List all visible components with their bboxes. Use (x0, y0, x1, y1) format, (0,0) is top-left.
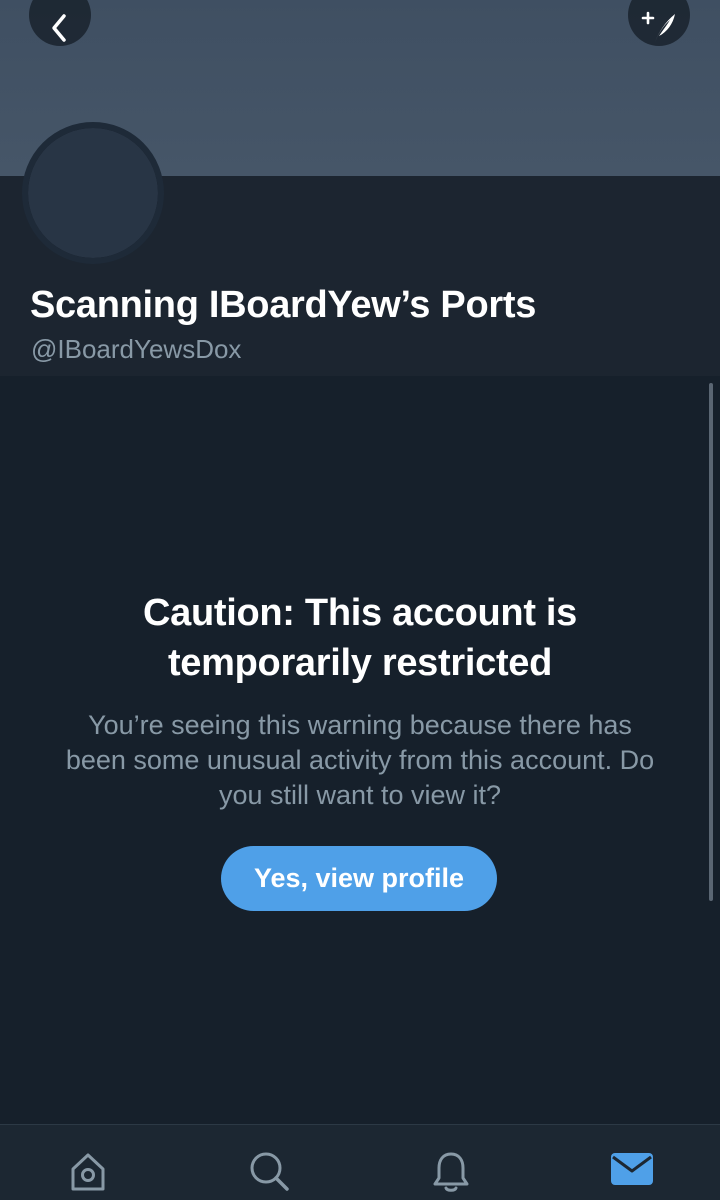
profile-display-name: Scanning IBoardYew’s Ports (30, 284, 537, 326)
bell-icon (429, 1149, 473, 1198)
warning-title: Caution: This account is temporarily res… (142, 592, 578, 684)
search-icon (247, 1149, 291, 1198)
bottom-tab-bar (0, 1124, 720, 1200)
tab-messages[interactable] (607, 1149, 657, 1200)
tab-search[interactable] (244, 1149, 294, 1200)
restricted-account-warning: Caution: This account is temporarily res… (40, 588, 680, 813)
avatar-placeholder (28, 128, 158, 258)
avatar[interactable] (22, 122, 164, 264)
scroll-indicator[interactable] (709, 383, 713, 901)
chevron-left-icon (49, 13, 71, 48)
home-icon (66, 1149, 110, 1198)
tab-notifications[interactable] (426, 1149, 476, 1200)
warning-message: You’re seeing this warning because there… (65, 710, 655, 810)
compose-feather-icon (639, 10, 679, 49)
mail-icon (609, 1149, 655, 1194)
profile-handle: @IBoardYewsDox (31, 334, 242, 364)
tab-home[interactable] (63, 1149, 113, 1200)
profile-screen: Scanning IBoardYew’s Ports @IBoardYewsDo… (0, 0, 720, 1200)
view-profile-button[interactable]: Yes, view profile (221, 846, 497, 911)
